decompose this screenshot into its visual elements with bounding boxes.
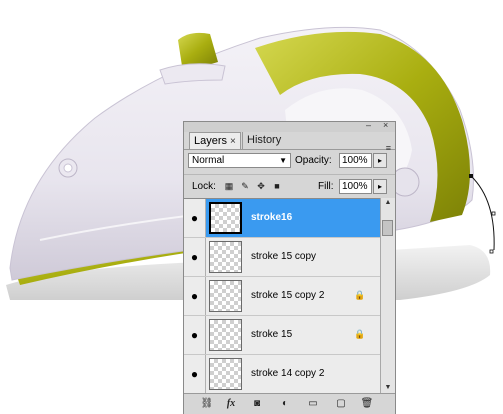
fill-label: Fill: [318,181,334,192]
layer-thumbnail [209,319,242,351]
opacity-slider-button[interactable]: ▸ [373,153,387,168]
tab-history-label: History [247,134,282,146]
blend-row: Normal ▼ Opacity: 100% ▸ [184,150,395,172]
layer-thumbnail [209,358,242,390]
scroll-thumb[interactable] [382,220,393,236]
panel-tabs: Layers × History ≡ [184,131,395,153]
link-layers-icon[interactable]: ⛓ [200,397,214,411]
dropdown-arrow-icon: ▼ [279,156,287,165]
layers-scrollbar[interactable]: ▲ ▼ [380,198,395,393]
new-group-folder-icon[interactable]: ▭ [306,397,320,411]
lock-transparency-icon[interactable]: ▦ [224,181,234,191]
lock-row: Lock: ▦ ✎ ✥ ■ Fill: 100% ▸ [184,174,395,197]
layer-row[interactable]: ● stroke 15 copy [184,238,380,277]
trash-icon[interactable]: 🗑 [360,397,374,411]
lock-label: Lock: [192,181,216,192]
panel-bottom-toolbar: ⛓ fx ◙ ◐ ▭ ▢ 🗑 [184,393,395,414]
layer-name: stroke 14 copy 2 [251,368,325,379]
layer-name: stroke16 [251,212,293,223]
visibility-eye-icon[interactable]: ● [184,238,206,276]
layer-row[interactable]: ● stroke 14 copy 2 [184,355,380,394]
blend-mode-dropdown[interactable]: Normal ▼ [188,153,291,168]
layer-row[interactable]: ● stroke 15 🔒 [184,316,380,355]
layer-name: stroke 15 copy 2 [251,290,325,301]
add-mask-icon[interactable]: ◙ [250,397,264,411]
layer-thumbnail [209,280,242,312]
visibility-eye-icon[interactable]: ● [184,199,206,237]
opacity-label: Opacity: [295,155,332,166]
layer-lock-icon: 🔒 [354,290,366,300]
layers-list: ● stroke16 ● stroke 15 copy ● stroke 15 … [184,198,380,394]
close-panel-button[interactable]: × [383,120,388,130]
layers-panel: – × Layers × History ≡ Normal ▼ Opacity: … [183,120,396,414]
layer-thumbnail [209,202,242,234]
new-layer-icon[interactable]: ▢ [334,397,348,411]
visibility-eye-icon[interactable]: ● [184,316,206,354]
tab-history[interactable]: History [242,132,285,149]
layer-row[interactable]: ● stroke 15 copy 2 🔒 [184,277,380,316]
blend-mode-value: Normal [192,155,225,166]
tab-close-icon[interactable]: × [230,136,236,147]
scroll-down-arrow-icon[interactable]: ▼ [381,383,395,393]
tab-layers-label: Layers [194,135,228,147]
layer-name: stroke 15 copy [251,251,317,262]
lock-all-icon[interactable]: ■ [272,181,282,191]
scroll-up-arrow-icon[interactable]: ▲ [381,198,395,208]
visibility-eye-icon[interactable]: ● [184,277,206,315]
lock-position-move-icon[interactable]: ✥ [256,181,266,191]
layer-lock-icon: 🔒 [354,329,366,339]
layer-thumbnail [209,241,242,273]
layer-row[interactable]: ● stroke16 [184,199,380,238]
layer-name: stroke 15 [251,329,293,340]
opacity-input[interactable]: 100% [339,153,372,168]
fill-slider-button[interactable]: ▸ [373,179,387,194]
fx-icon[interactable]: fx [224,397,238,411]
lock-image-brush-icon[interactable]: ✎ [240,181,250,191]
visibility-eye-icon[interactable]: ● [184,355,206,393]
adjustment-layer-icon[interactable]: ◐ [278,397,292,411]
minimize-button[interactable]: – [366,120,371,130]
tab-layers[interactable]: Layers × [189,132,241,149]
fill-input[interactable]: 100% [339,179,372,194]
